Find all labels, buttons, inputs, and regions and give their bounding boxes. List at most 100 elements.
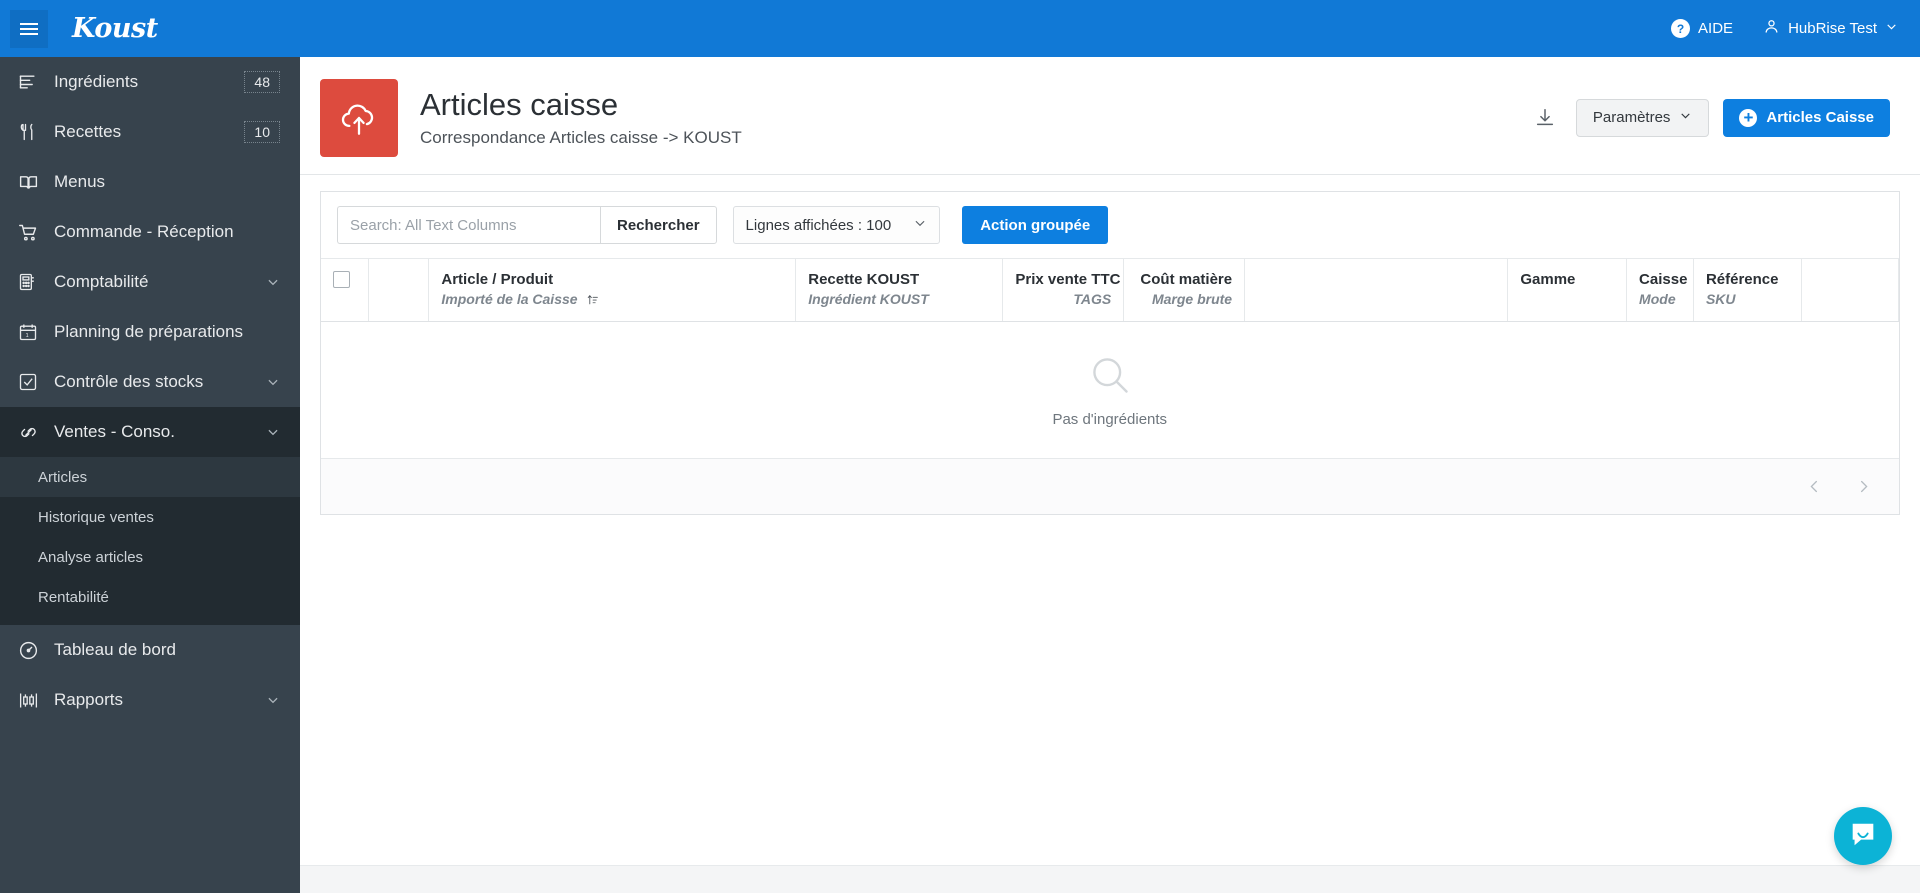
chevron-down-icon[interactable] [266,375,280,389]
sidebar-item-label: Rapports [54,690,123,709]
chevron-down-icon[interactable] [266,425,280,439]
empty-state-cell: Pas d'ingrédients [321,322,1899,459]
sidebar-subitem-label: Historique ventes [38,508,154,526]
sidebar-item-comptabilite[interactable]: Comptabilité [0,257,300,307]
calendar-icon: 1 [18,322,44,342]
column-subtitle: SKU [1705,291,1736,307]
column-title: Recette KOUST [808,271,920,288]
table-header-row: Article / Produit Importé de la Caisse R… [321,259,1900,322]
sort-ascending-icon[interactable] [586,293,599,309]
main-content: Articles caisse Correspondance Articles … [300,57,1920,893]
help-link[interactable]: ? AIDE [1671,19,1733,38]
column-subtitle: Ingrédient KOUST [808,291,929,307]
table-header-article-produit[interactable]: Article / Produit Importé de la Caisse [428,259,797,322]
top-bar: Koust ? AIDE HubRise Test [0,0,1920,57]
table-header-spacer-3 [1801,259,1900,322]
settings-label: Paramètres [1592,109,1671,126]
sidebar-item-label: Contrôle des stocks [54,372,204,391]
sidebar-item-controle-stocks[interactable]: Contrôle des stocks [0,357,300,407]
calculator-icon [18,272,44,292]
sidebar-item-historique-ventes[interactable]: Historique ventes [0,497,300,537]
select-all-cell[interactable] [321,259,369,322]
download-icon[interactable] [1528,101,1562,135]
bar-chart-icon [18,690,44,711]
user-menu[interactable]: HubRise Test [1763,18,1898,39]
column-subtitle: Importé de la Caisse [441,291,783,309]
sidebar-item-ingredients[interactable]: Ingrédients 48 [0,57,300,107]
sidebar-item-planning-preparations[interactable]: 1 Planning de préparations [0,307,300,357]
sidebar-item-label: Menus [54,172,106,191]
header-actions: Paramètres + Articles Caisse [1528,98,1890,137]
sidebar-item-label: Ventes - Conso. [54,422,175,441]
sidebar-item-rapports[interactable]: Rapports [0,675,300,725]
settings-dropdown[interactable]: Paramètres [1575,98,1710,137]
chat-widget-button[interactable] [1834,807,1892,865]
sidebar-item-menus[interactable]: Menus [0,157,300,207]
rows-per-page-select[interactable]: Lignes affichées : 100 [732,206,941,244]
checkbox-icon[interactable] [333,271,350,288]
page-subtitle: Correspondance Articles caisse -> KOUST [420,127,742,147]
cloud-upload-icon [320,78,398,157]
table-header-prix-vente-ttc[interactable]: Prix vente TTC TAGS [1002,259,1125,322]
topbar-right-group: ? AIDE HubRise Test [1671,18,1898,39]
chevron-down-icon[interactable] [266,275,280,289]
sidebar-badge: 48 [244,71,280,93]
articles-table: Article / Produit Importé de la Caisse R… [321,259,1900,459]
sidebar-item-label: Recettes [54,122,122,141]
chevron-left-icon[interactable] [1807,479,1822,494]
sidebar-item-rentabilite[interactable]: Rentabilité [0,577,300,617]
sidebar-item-commande-reception[interactable]: Commande - Réception [0,207,300,257]
brand-logo[interactable]: Koust [72,13,158,44]
table-pagination [321,458,1899,514]
chevron-down-icon [1885,20,1898,37]
hamburger-icon[interactable] [10,9,48,48]
column-title: Référence [1705,271,1779,288]
bulk-action-button[interactable]: Action groupée [962,206,1109,244]
checkbox-checked-icon [18,372,44,392]
chevron-right-icon[interactable] [1856,479,1871,494]
sidebar-item-articles[interactable]: Articles [0,457,300,497]
sidebar-item-label: Planning de préparations [54,322,244,341]
fork-knife-icon [18,122,44,142]
sidebar-item-label: Commande - Réception [54,222,234,241]
column-title: Gamme [1520,271,1576,288]
person-icon [1763,18,1780,39]
table-header-reference[interactable]: Référence SKU [1693,259,1802,322]
search-button[interactable]: Rechercher [600,206,717,244]
link-chain-icon [18,422,44,443]
column-subtitle-text: Importé de la Caisse [441,291,578,307]
column-title: Article / Produit [441,271,554,288]
plus-circle-icon: + [1739,108,1758,127]
page-title-group: Articles caisse Correspondance Articles … [420,87,742,148]
chevron-down-icon [913,216,927,234]
sidebar-badge: 10 [244,121,280,143]
sidebar-subitem-label: Analyse articles [38,548,144,566]
table-header-cout-matiere[interactable]: Coût matière Marge brute [1123,259,1246,322]
sidebar-subitem-label: Articles [38,468,88,486]
column-title: Coût matière [1140,271,1233,288]
sidebar-item-label: Ingrédients [54,72,139,91]
empty-state-text: Pas d'ingrédients [1052,410,1168,428]
sidebar-item-recettes[interactable]: Recettes 10 [0,107,300,157]
chevron-down-icon[interactable] [266,693,280,707]
question-circle-icon: ? [1671,19,1691,38]
table-card: Rechercher Lignes affichées : 100 Action… [320,191,1900,515]
gauge-icon [18,640,44,661]
sidebar-item-tableau-de-bord[interactable]: Tableau de bord [0,625,300,675]
search-input[interactable] [337,206,600,244]
sidebar-item-ventes-conso[interactable]: Ventes - Conso. [0,407,300,457]
table-header-spacer-1 [368,259,430,322]
sidebar-item-analyse-articles[interactable]: Analyse articles [0,537,300,577]
chat-bubble-icon [1848,819,1878,854]
table-header-caisse[interactable]: Caisse Mode [1626,259,1694,322]
sidebar-item-label: Comptabilité [54,272,149,291]
add-articles-caisse-button[interactable]: + Articles Caisse [1723,98,1890,137]
search-group: Rechercher [337,206,717,244]
chevron-down-icon [1679,109,1692,126]
table-toolbar: Rechercher Lignes affichées : 100 Action… [321,192,1899,259]
primary-button-label: Articles Caisse [1766,109,1874,126]
shopping-cart-icon [18,222,44,243]
table-header-recette-koust[interactable]: Recette KOUST Ingrédient KOUST [795,259,1004,322]
rows-per-page-label: Lignes affichées : 100 [745,216,892,234]
table-header-gamme[interactable]: Gamme [1507,259,1628,322]
